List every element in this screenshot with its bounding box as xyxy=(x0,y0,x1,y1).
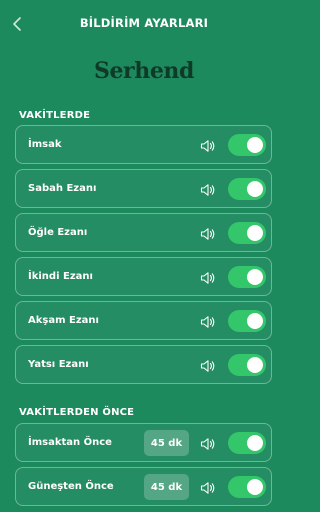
enable-toggle[interactable] xyxy=(228,476,266,498)
enable-toggle[interactable] xyxy=(228,354,266,376)
speaker-icon[interactable] xyxy=(200,226,216,240)
toggle-knob xyxy=(247,435,263,451)
speaker-icon[interactable] xyxy=(200,182,216,196)
toggle-knob xyxy=(247,137,263,153)
enable-toggle[interactable] xyxy=(228,432,266,454)
minutes-selector[interactable]: 45 dk xyxy=(144,430,189,456)
notification-row-sabah[interactable]: Sabah Ezanı xyxy=(15,169,272,208)
toggle-knob xyxy=(247,181,263,197)
toggle-knob xyxy=(247,479,263,495)
minutes-selector[interactable]: 45 dk xyxy=(144,474,189,500)
section-title-vakitlerden-once: VAKİTLERDEN ÖNCE xyxy=(19,407,135,418)
top-bar: BİLDİRİM AYARLARI xyxy=(0,0,288,48)
row-label: Akşam Ezanı xyxy=(28,315,99,326)
notification-row-imsaktan-once[interactable]: İmsaktan Önce 45 dk xyxy=(15,423,272,462)
toggle-knob xyxy=(247,225,263,241)
speaker-icon[interactable] xyxy=(200,436,216,450)
row-label: İkindi Ezanı xyxy=(28,271,93,282)
toggle-knob xyxy=(247,313,263,329)
speaker-icon[interactable] xyxy=(200,314,216,328)
notification-row-imsak[interactable]: İmsak xyxy=(15,125,272,164)
row-label: Sabah Ezanı xyxy=(28,183,97,194)
page-title: BİLDİRİM AYARLARI xyxy=(79,16,209,30)
row-label: İmsak xyxy=(28,139,62,150)
brand-logo: Serhend xyxy=(93,58,195,84)
speaker-icon[interactable] xyxy=(200,138,216,152)
speaker-icon[interactable] xyxy=(200,480,216,494)
enable-toggle[interactable] xyxy=(228,178,266,200)
toggle-knob xyxy=(247,269,263,285)
row-label: Güneşten Önce xyxy=(28,481,114,492)
enable-toggle[interactable] xyxy=(228,266,266,288)
row-label: Yatsı Ezanı xyxy=(28,359,89,370)
notification-row-ikindi[interactable]: İkindi Ezanı xyxy=(15,257,272,296)
notification-row-gunesten-once[interactable]: Güneşten Önce 45 dk xyxy=(15,467,272,506)
enable-toggle[interactable] xyxy=(228,222,266,244)
notification-row-ogle[interactable]: Öğle Ezanı xyxy=(15,213,272,252)
notification-row-aksam[interactable]: Akşam Ezanı xyxy=(15,301,272,340)
speaker-icon[interactable] xyxy=(200,270,216,284)
toggle-knob xyxy=(247,357,263,373)
notification-row-yatsi[interactable]: Yatsı Ezanı xyxy=(15,345,272,384)
enable-toggle[interactable] xyxy=(228,310,266,332)
row-label: Öğle Ezanı xyxy=(28,227,88,238)
speaker-icon[interactable] xyxy=(200,358,216,372)
section-title-vakitlerde: VAKİTLERDE xyxy=(19,110,91,121)
row-label: İmsaktan Önce xyxy=(28,437,112,448)
enable-toggle[interactable] xyxy=(228,134,266,156)
